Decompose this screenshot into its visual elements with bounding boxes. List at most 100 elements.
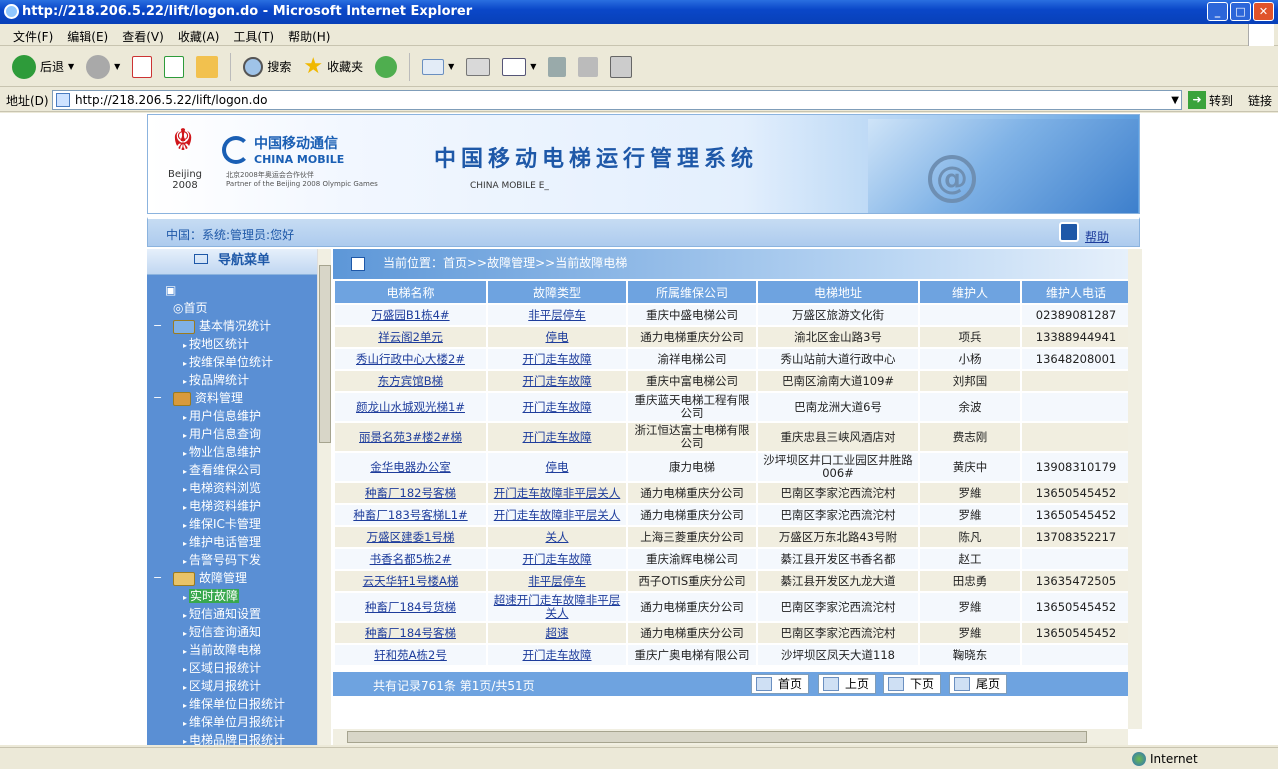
- fault-type-link[interactable]: 关人: [546, 530, 569, 544]
- nav-item-maint-monthly[interactable]: ▸ 维保单位月报统计: [147, 713, 317, 731]
- fault-type-link[interactable]: 开门走车故障: [523, 430, 592, 444]
- search-button[interactable]: 搜索: [239, 51, 295, 83]
- forward-button[interactable]: ▼: [82, 51, 124, 83]
- col-header[interactable]: 故障类型: [488, 281, 626, 303]
- table-cell[interactable]: 超速开门走车故障非平层关人: [488, 593, 626, 621]
- table-cell[interactable]: 万盛园B1栋4#: [335, 305, 486, 325]
- fault-type-link[interactable]: 停电: [546, 330, 569, 344]
- last-page-button[interactable]: 尾页: [949, 674, 1008, 694]
- nav-item-sms-settings[interactable]: ▸ 短信通知设置: [147, 605, 317, 623]
- nav-group-data-management[interactable]: − 资料管理: [147, 389, 317, 407]
- table-cell[interactable]: 关人: [488, 527, 626, 547]
- col-header[interactable]: 维护人: [920, 281, 1020, 303]
- elevator-name-link[interactable]: 书香名都5栋2#: [370, 552, 452, 566]
- nav-item-realtime-fault[interactable]: ▸ 实时故障: [147, 587, 317, 605]
- table-cell[interactable]: 开门走车故障非平层关人: [488, 505, 626, 525]
- table-cell[interactable]: 开门走车故障: [488, 645, 626, 665]
- elevator-name-link[interactable]: 万盛区建委1号梯: [367, 530, 455, 544]
- back-button[interactable]: 后退 ▼: [8, 51, 78, 83]
- content-horizontal-scrollbar[interactable]: [333, 729, 1128, 745]
- table-cell[interactable]: 种畜厂184号货梯: [335, 593, 486, 621]
- menu-file[interactable]: 文件(F): [6, 24, 60, 45]
- table-cell[interactable]: 非平层停车: [488, 571, 626, 591]
- elevator-name-link[interactable]: 颜龙山水城观光梯1#: [356, 400, 465, 414]
- elevator-name-link[interactable]: 轩和苑A栋2号: [374, 648, 447, 662]
- fault-type-link[interactable]: 开门走车故障: [523, 648, 592, 662]
- nav-item-by-maintainer[interactable]: ▸ 按维保单位统计: [147, 353, 317, 371]
- elevator-name-link[interactable]: 祥云阁2单元: [378, 330, 443, 344]
- elevator-name-link[interactable]: 丽景名苑3#楼2#梯: [359, 430, 462, 444]
- nav-item-elevator-browse[interactable]: ▸ 电梯资料浏览: [147, 479, 317, 497]
- nav-item-brand-daily[interactable]: ▸ 电梯品牌日报统计: [147, 731, 317, 745]
- table-cell[interactable]: 开门走车故障: [488, 349, 626, 369]
- fault-type-link[interactable]: 超速开门走车故障非平层关人: [494, 593, 621, 620]
- nav-item-current-fault[interactable]: ▸ 当前故障电梯: [147, 641, 317, 659]
- nav-group-basic-stats[interactable]: − 基本情况统计: [147, 317, 317, 335]
- fault-type-link[interactable]: 非平层停车: [528, 574, 586, 588]
- nav-item-sms-query[interactable]: ▸ 短信查询通知: [147, 623, 317, 641]
- table-cell[interactable]: 开门走车故障: [488, 371, 626, 391]
- table-cell[interactable]: 开门走车故障: [488, 423, 626, 451]
- elevator-name-link[interactable]: 万盛园B1栋4#: [371, 308, 449, 322]
- elevator-name-link[interactable]: 种畜厂184号货梯: [365, 600, 456, 614]
- elevator-name-link[interactable]: 种畜厂182号客梯: [365, 486, 456, 500]
- table-cell[interactable]: 书香名都5栋2#: [335, 549, 486, 569]
- elevator-name-link[interactable]: 云天华轩1号楼A梯: [363, 574, 459, 588]
- nav-home[interactable]: ◎首页: [147, 299, 317, 317]
- minimize-button[interactable]: _: [1207, 2, 1228, 21]
- nav-item-by-region[interactable]: ▸ 按地区统计: [147, 335, 317, 353]
- fault-type-link[interactable]: 开门走车故障: [523, 400, 592, 414]
- elevator-name-link[interactable]: 秀山行政中心大楼2#: [356, 352, 465, 366]
- nav-item-phone-manage[interactable]: ▸ 维护电话管理: [147, 533, 317, 551]
- nav-item-elevator-maintain[interactable]: ▸ 电梯资料维护: [147, 497, 317, 515]
- elevator-name-link[interactable]: 种畜厂183号客梯L1#: [353, 508, 467, 522]
- table-cell[interactable]: 开门走车故障: [488, 549, 626, 569]
- table-cell[interactable]: 轩和苑A栋2号: [335, 645, 486, 665]
- table-cell[interactable]: 停电: [488, 327, 626, 347]
- table-cell[interactable]: 超速: [488, 623, 626, 643]
- nav-item-maint-daily[interactable]: ▸ 维保单位日报统计: [147, 695, 317, 713]
- chevron-down-icon[interactable]: ▼: [1171, 92, 1179, 110]
- nav-item-user-maintain[interactable]: ▸ 用户信息维护: [147, 407, 317, 425]
- nav-item-ic-card[interactable]: ▸ 维保IC卡管理: [147, 515, 317, 533]
- table-cell[interactable]: 颜龙山水城观光梯1#: [335, 393, 486, 421]
- table-cell[interactable]: 种畜厂182号客梯: [335, 483, 486, 503]
- table-cell[interactable]: 秀山行政中心大楼2#: [335, 349, 486, 369]
- col-header[interactable]: 所属维保公司: [628, 281, 756, 303]
- table-cell[interactable]: 开门走车故障非平层关人: [488, 483, 626, 503]
- fault-type-link[interactable]: 开门走车故障非平层关人: [494, 486, 621, 500]
- table-cell[interactable]: 云天华轩1号楼A梯: [335, 571, 486, 591]
- nav-item-alarm-numbers[interactable]: ▸ 告警号码下发: [147, 551, 317, 569]
- prev-page-button[interactable]: 上页: [818, 674, 877, 694]
- nav-group-fault-management[interactable]: − 故障管理: [147, 569, 317, 587]
- first-page-button[interactable]: 首页: [751, 674, 810, 694]
- col-header[interactable]: 电梯名称: [335, 281, 486, 303]
- nav-item-region-daily[interactable]: ▸ 区域日报统计: [147, 659, 317, 677]
- maximize-button[interactable]: □: [1230, 2, 1251, 21]
- menu-favorites[interactable]: 收藏(A): [171, 24, 227, 45]
- stop-button[interactable]: [128, 51, 156, 83]
- fault-type-link[interactable]: 开门走车故障: [523, 552, 592, 566]
- favorites-button[interactable]: ★ 收藏夹: [299, 51, 367, 83]
- table-cell[interactable]: 东方宾馆B梯: [335, 371, 486, 391]
- table-cell[interactable]: 金华电器办公室: [335, 453, 486, 481]
- messenger-button[interactable]: [606, 51, 636, 83]
- fault-type-link[interactable]: 超速: [546, 626, 569, 640]
- menu-view[interactable]: 查看(V): [115, 24, 171, 45]
- sidebar-scrollbar[interactable]: [317, 249, 331, 745]
- elevator-name-link[interactable]: 金华电器办公室: [370, 460, 451, 474]
- mail-button[interactable]: ▼: [418, 51, 458, 83]
- nav-item-property-maintain[interactable]: ▸ 物业信息维护: [147, 443, 317, 461]
- address-input[interactable]: http://218.206.5.22/lift/logon.do ▼: [52, 90, 1182, 110]
- table-cell[interactable]: 非平层停车: [488, 305, 626, 325]
- fault-type-link[interactable]: 非平层停车: [528, 308, 586, 322]
- scrollbar-thumb[interactable]: [319, 265, 331, 443]
- elevator-name-link[interactable]: 种畜厂184号客梯: [365, 626, 456, 640]
- col-header[interactable]: 电梯地址: [758, 281, 918, 303]
- nav-item-user-query[interactable]: ▸ 用户信息查询: [147, 425, 317, 443]
- table-cell[interactable]: 丽景名苑3#楼2#梯: [335, 423, 486, 451]
- refresh-button[interactable]: [160, 51, 188, 83]
- home-button[interactable]: [192, 51, 222, 83]
- edit-button[interactable]: ▼: [498, 51, 540, 83]
- nav-item-view-maintainer[interactable]: ▸ 查看维保公司: [147, 461, 317, 479]
